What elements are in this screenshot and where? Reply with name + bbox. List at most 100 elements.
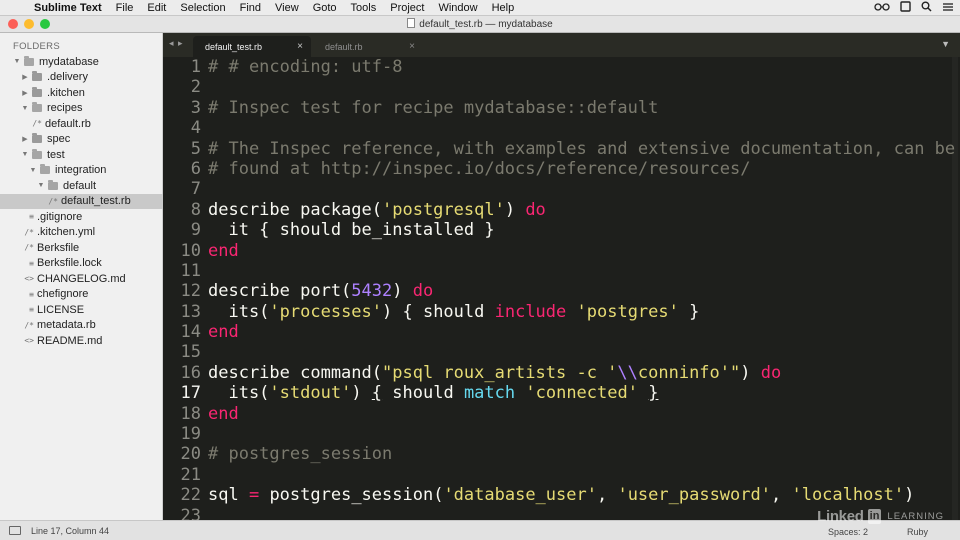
code-line[interactable]: # found at http://inspec.io/docs/referen… — [208, 159, 960, 179]
list-icon[interactable] — [942, 2, 954, 15]
file-item[interactable]: /* default_test.rb — [0, 193, 163, 209]
file-item[interactable]: /* .kitchen.yml — [0, 225, 163, 241]
file-icon: /* — [32, 119, 42, 129]
watermark-learning: LEARNING — [887, 511, 944, 522]
close-icon[interactable]: × — [409, 41, 415, 52]
menu-help[interactable]: Help — [492, 2, 515, 14]
line-number: 14 — [180, 322, 201, 343]
file-item[interactable]: ≡ LICENSE — [0, 302, 163, 318]
menu-window[interactable]: Window — [438, 2, 477, 14]
code-line[interactable]: end — [208, 404, 960, 424]
code-line[interactable]: describe command("psql roux_artists -c '… — [208, 363, 960, 383]
code-line[interactable]: end — [208, 241, 960, 261]
glasses-icon[interactable] — [874, 2, 890, 15]
file-icon: <> — [24, 336, 34, 346]
syntax-selector[interactable]: Ruby — [907, 527, 928, 537]
tab-nav-arrows[interactable]: ◂ ▸ — [169, 38, 184, 49]
square-icon[interactable] — [900, 1, 911, 15]
search-icon[interactable] — [921, 1, 932, 15]
menu-goto[interactable]: Goto — [313, 2, 337, 14]
code-line[interactable]: # postgres_session — [208, 444, 960, 464]
code-line[interactable] — [208, 77, 960, 97]
menu-file[interactable]: File — [116, 2, 134, 14]
code-line[interactable] — [208, 465, 960, 485]
folder-item[interactable]: ▶ .kitchen — [0, 85, 163, 101]
menu-tools[interactable]: Tools — [351, 2, 377, 14]
code-token: include — [494, 301, 567, 322]
line-number: 10 — [180, 240, 201, 261]
code-token: ) — [904, 485, 915, 506]
disclosure-closed-icon[interactable]: ▶ — [20, 73, 30, 81]
line-number: 2 — [190, 77, 201, 98]
folder-item[interactable]: ▼ mydatabase — [0, 54, 163, 70]
disclosure-open-icon[interactable]: ▼ — [36, 182, 46, 189]
code-token: end — [208, 322, 239, 343]
file-item[interactable]: ≡ Berksfile.lock — [0, 256, 163, 272]
folder-icon — [24, 55, 34, 66]
tab-menu-chevron-icon[interactable]: ▼ — [941, 39, 950, 49]
file-item[interactable]: /* Berksfile — [0, 240, 163, 256]
disclosure-closed-icon[interactable]: ▶ — [20, 89, 30, 97]
code-token: 'postgres' — [576, 301, 679, 322]
file-item[interactable]: ≡ chefignore — [0, 287, 163, 303]
close-icon[interactable]: × — [297, 41, 303, 52]
folder-item[interactable]: ▶ .delivery — [0, 70, 163, 86]
code-line[interactable]: # Inspec test for recipe mydatabase::def… — [208, 98, 960, 118]
code-line[interactable]: # The Inspec reference, with examples an… — [208, 139, 960, 159]
panel-toggle-icon[interactable] — [9, 526, 21, 535]
disclosure-open-icon[interactable]: ▼ — [20, 105, 30, 112]
code-line[interactable] — [208, 342, 960, 362]
file-item[interactable]: /* metadata.rb — [0, 318, 163, 334]
line-number: 4 — [190, 118, 201, 139]
disclosure-open-icon[interactable]: ▼ — [20, 151, 30, 158]
menu-selection[interactable]: Selection — [180, 2, 225, 14]
file-item[interactable]: <> README.md — [0, 333, 163, 349]
editor-scrollbar[interactable] — [952, 57, 958, 520]
menu-project[interactable]: Project — [390, 2, 424, 14]
file-item[interactable]: ≡ .gitignore — [0, 209, 163, 225]
code-line[interactable]: describe port(5432) do — [208, 281, 960, 301]
folder-item[interactable]: ▼ integration — [0, 163, 163, 179]
folder-item[interactable]: ▼ default — [0, 178, 163, 194]
tab-default-test-rb[interactable]: default_test.rb × — [193, 36, 311, 57]
line-number: 17 — [180, 383, 201, 404]
code-line[interactable]: # # encoding: utf-8 — [208, 57, 960, 77]
tab-default-rb[interactable]: default.rb × — [313, 36, 423, 57]
file-icon: /* — [24, 227, 34, 237]
folder-item[interactable]: ▼ recipes — [0, 101, 163, 117]
code-line[interactable] — [208, 179, 960, 199]
code-line[interactable]: it { should be_installed } — [208, 220, 960, 240]
folder-item[interactable]: ▶ spec — [0, 132, 163, 148]
code-line[interactable]: end — [208, 322, 960, 342]
code-line[interactable]: describe package('postgresql') do — [208, 200, 960, 220]
code-token: its( — [208, 301, 270, 322]
folder-tree: ▼ mydatabase ▶ .delivery ▶ .kitchen ▼ recipes/*… — [0, 54, 163, 349]
code-line[interactable]: sql = postgres_session('database_user', … — [208, 485, 960, 505]
indentation-setting[interactable]: Spaces: 2 — [828, 527, 868, 537]
code-line[interactable]: its('stdout') { should match 'connected'… — [208, 383, 960, 403]
file-item[interactable]: /* default.rb — [0, 116, 163, 132]
disclosure-open-icon[interactable]: ▼ — [12, 58, 22, 65]
code-token: , — [770, 485, 792, 506]
code-token: # found at http://inspec.io/docs/referen… — [208, 158, 751, 179]
line-number: 9 — [190, 220, 201, 241]
disclosure-closed-icon[interactable]: ▶ — [20, 135, 30, 143]
folder-item[interactable]: ▼ test — [0, 147, 163, 163]
menu-app-name[interactable]: Sublime Text — [34, 2, 102, 14]
code-line[interactable] — [208, 424, 960, 444]
code-token: do — [412, 281, 434, 302]
code-editor[interactable]: 1 2 3 4 5 6 7 8 9 10 11 12 13 14 15 16 17 18 19 20 21 22 23 # … — [163, 57, 960, 520]
code-line[interactable] — [208, 118, 960, 138]
code-line[interactable] — [208, 261, 960, 281]
menu-edit[interactable]: Edit — [147, 2, 166, 14]
menu-find[interactable]: Find — [240, 2, 261, 14]
disclosure-open-icon[interactable]: ▼ — [28, 167, 38, 174]
code-line[interactable]: its('processes') { should include 'postg… — [208, 302, 960, 322]
file-item[interactable]: <> CHANGELOG.md — [0, 271, 163, 287]
code-token: 5432 — [351, 281, 393, 302]
line-number: 11 — [180, 260, 201, 281]
menu-view[interactable]: View — [275, 2, 299, 14]
code-token: 'localhost' — [791, 485, 905, 506]
code-lines[interactable]: # # encoding: utf-8 # Inspec test for re… — [208, 57, 960, 520]
